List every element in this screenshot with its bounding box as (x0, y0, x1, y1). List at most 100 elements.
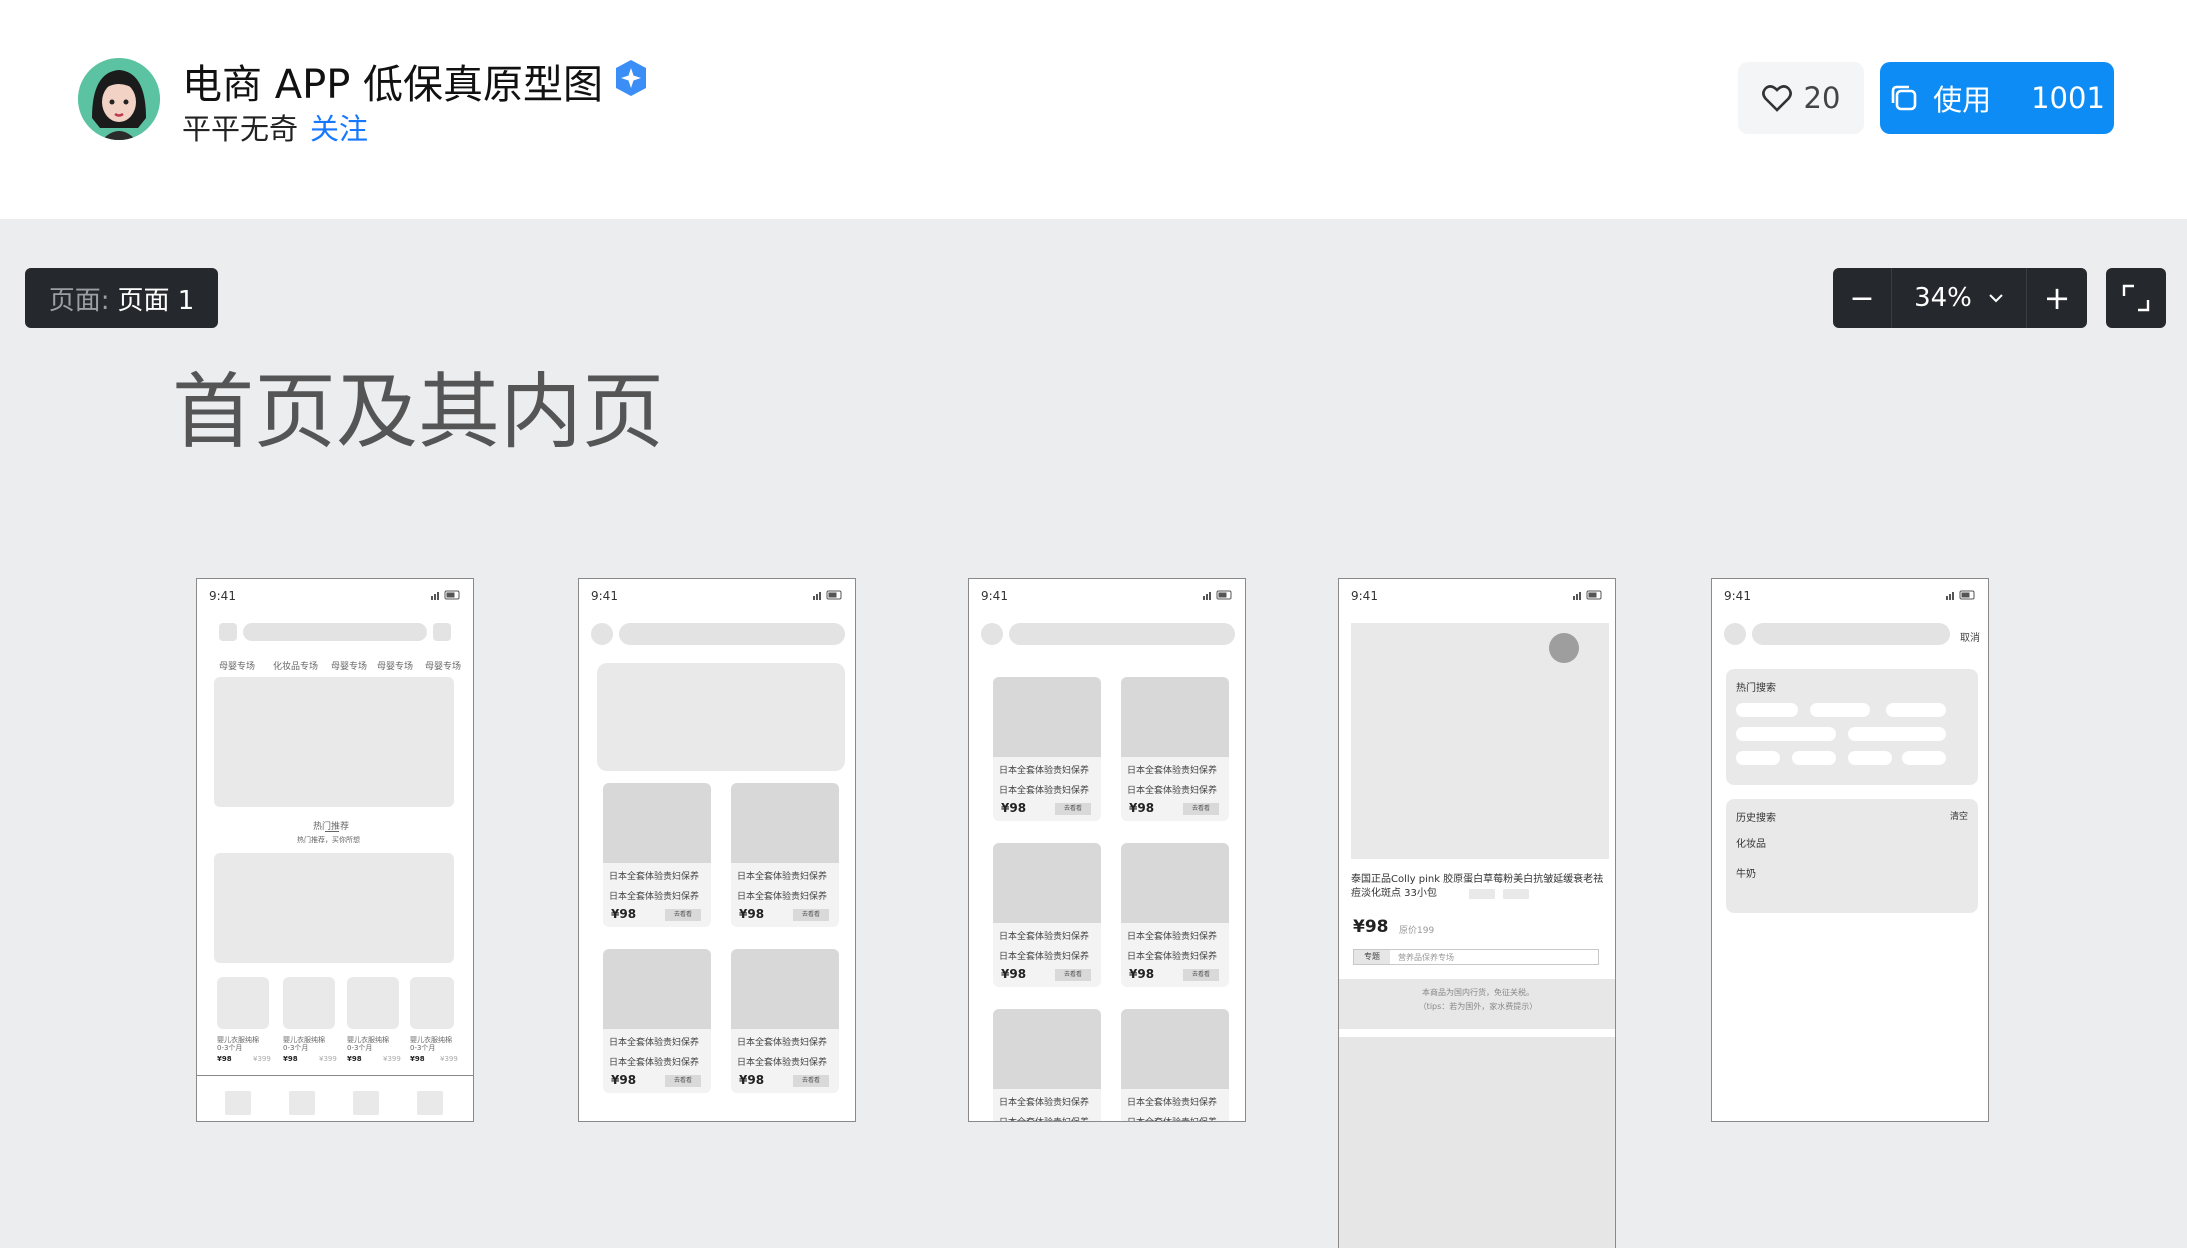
search-bar-placeholder[interactable] (619, 623, 845, 645)
banner-placeholder[interactable] (214, 677, 454, 807)
zoom-in-button[interactable]: + (2027, 268, 2087, 328)
product-title: 日本全套体验贵妇保养 (1127, 766, 1218, 776)
back-placeholder[interactable] (981, 623, 1003, 645)
product-title: 日本全套体验贵妇保养 (999, 952, 1090, 962)
hot-search-tag[interactable] (1736, 703, 1798, 717)
product-card[interactable]: 日本全套体验贵妇保养 日本全套体验贵妇保养 (993, 1009, 1101, 1121)
category-tab[interactable]: 母婴专场 (425, 659, 461, 672)
product-image (603, 949, 711, 1029)
phone-frame-search[interactable]: 9:41 取消 热门搜索 历史搜索 清空 化妆品 牛奶 (1711, 578, 1989, 1122)
like-count: 20 (1803, 81, 1841, 115)
product-old-price: ¥399 (319, 1055, 337, 1063)
zoom-out-button[interactable]: − (1833, 268, 1892, 328)
product-thumb[interactable] (217, 977, 269, 1029)
promo-tag: 专题 (1354, 950, 1390, 964)
product-card[interactable]: 日本全套体验贵妇保养 日本全套体验贵妇保养 ¥98 去看看 (731, 949, 839, 1093)
menu-placeholder (219, 623, 237, 641)
history-item[interactable]: 化妆品 (1736, 835, 1766, 850)
view-button[interactable]: 去看看 (1055, 969, 1091, 981)
product-title: 日本全套体验贵妇保养 (999, 1115, 1089, 1121)
tabbar-item[interactable] (417, 1091, 443, 1115)
product-price: ¥98 (1129, 967, 1155, 981)
product-thumb[interactable] (347, 977, 399, 1029)
product-tag-placeholder (1503, 889, 1529, 899)
section-subtitle: 热门推荐，买你所想 (297, 836, 360, 844)
hot-search-tag[interactable] (1810, 703, 1870, 717)
history-search-panel: 历史搜索 清空 化妆品 牛奶 (1726, 799, 1978, 913)
product-price: ¥98 (347, 1055, 362, 1063)
hot-search-tag[interactable] (1886, 703, 1946, 717)
product-card[interactable]: 日本全套体验贵妇保养 日本全套体验贵妇保养 ¥98 去看看 (1121, 843, 1229, 987)
follow-link[interactable]: 关注 (310, 106, 368, 148)
tabbar-item[interactable] (289, 1091, 315, 1115)
page-selector[interactable]: 页面: 页面 1 (25, 268, 218, 328)
view-button[interactable]: 去看看 (1183, 969, 1219, 981)
back-placeholder[interactable] (591, 623, 613, 645)
view-button[interactable]: 去看看 (665, 909, 701, 921)
product-thumb[interactable] (410, 977, 454, 1029)
product-card[interactable]: 日本全套体验贵妇保养 日本全套体验贵妇保养 ¥98 去看看 (603, 783, 711, 927)
search-bar-placeholder[interactable] (1009, 623, 1235, 645)
product-title: 日本全套体验贵妇保养 (737, 1038, 828, 1048)
view-button[interactable]: 去看看 (1183, 803, 1219, 815)
zoom-level-dropdown[interactable]: 34% (1892, 268, 2027, 328)
category-tab[interactable]: 母婴专场 (219, 659, 255, 672)
cancel-button[interactable]: 取消 (1960, 629, 1980, 644)
product-title: 日本全套体验贵妇保养 (737, 1058, 828, 1068)
use-template-button[interactable]: 使用 1001 (1880, 62, 2114, 134)
product-card[interactable]: 日本全套体验贵妇保养 日本全套体验贵妇保养 ¥98 去看看 (993, 843, 1101, 987)
product-image (731, 783, 839, 863)
product-old-price: ¥399 (383, 1055, 401, 1063)
author-avatar[interactable] (78, 58, 160, 140)
view-button[interactable]: 去看看 (793, 1075, 829, 1087)
tabbar-item[interactable] (225, 1091, 251, 1115)
product-card[interactable]: 日本全套体验贵妇保养 日本全套体验贵妇保养 ¥98 去看看 (603, 949, 711, 1093)
search-input-placeholder[interactable] (1752, 623, 1950, 645)
phone-frame-home[interactable]: 9:41 母婴专场 化妆品专场 母婴专场 母婴专场 母婴专场 热门推荐 热门推荐… (196, 578, 474, 1122)
product-card[interactable]: 日本全套体验贵妇保养 日本全套体验贵妇保养 ¥98 去看看 (731, 783, 839, 927)
zoom-level: 34% (1914, 283, 1972, 313)
view-button[interactable]: 去看看 (665, 1075, 701, 1087)
product-title: 日本全套体验贵妇保养 (609, 872, 700, 882)
feature-placeholder[interactable] (214, 853, 454, 963)
history-item[interactable]: 牛奶 (1736, 865, 1756, 880)
product-card[interactable]: 日本全套体验贵妇保养 日本全套体验贵妇保养 (1121, 1009, 1229, 1121)
fullscreen-button[interactable] (2106, 268, 2166, 328)
history-title: 历史搜索 (1736, 813, 1776, 824)
clear-history-button[interactable]: 清空 (1950, 809, 1968, 822)
view-button[interactable]: 去看看 (1055, 803, 1091, 815)
phone-frame-detail[interactable]: 9:41 泰国正品Colly pink 胶原蛋白草莓粉美白抗皱延缓衰老祛痘淡化斑… (1338, 578, 1616, 1248)
share-button-placeholder[interactable] (1549, 633, 1579, 663)
hot-search-tag[interactable] (1902, 751, 1946, 765)
hot-search-tag[interactable] (1736, 727, 1836, 741)
category-tab[interactable]: 母婴专场 (377, 659, 413, 672)
tabbar-item[interactable] (353, 1091, 379, 1115)
search-bar-placeholder[interactable] (243, 623, 427, 641)
hot-search-tag[interactable] (1792, 751, 1836, 765)
battery-icon (1203, 590, 1232, 600)
product-card[interactable]: 日本全套体验贵妇保养 日本全套体验贵妇保养 ¥98 去看看 (1121, 677, 1229, 821)
like-button[interactable]: 20 (1738, 62, 1864, 134)
phone-frame-grid[interactable]: 9:41 日本全套体验贵妇保养 日本全套体验贵妇保养 ¥98 去看看 日本全套体… (968, 578, 1246, 1122)
product-thumb[interactable] (283, 977, 335, 1029)
category-tab[interactable]: 母婴专场 (331, 659, 367, 672)
hot-search-tag[interactable] (1848, 727, 1946, 741)
hot-search-tag[interactable] (1736, 751, 1780, 765)
product-title: 日本全套体验贵妇保养 (999, 766, 1090, 776)
phone-frame-list-banner[interactable]: 9:41 日本全套体验贵妇保养 日本全套体验贵妇保养 ¥98 去看看 日本全套体… (578, 578, 856, 1122)
battery-icon (813, 590, 842, 600)
banner-placeholder[interactable] (597, 663, 845, 771)
promo-row[interactable]: 专题 营养品保养专场 (1353, 949, 1599, 965)
view-button[interactable]: 去看看 (793, 909, 829, 921)
author-name[interactable]: 平平无奇 (182, 106, 298, 148)
category-tab[interactable]: 化妆品专场 (273, 659, 318, 672)
product-image (731, 949, 839, 1029)
hot-search-tag[interactable] (1848, 751, 1892, 765)
product-image (603, 783, 711, 863)
notice-line: （tips：若为国外，家水费提示） (1418, 1002, 1538, 1011)
back-placeholder[interactable] (1724, 623, 1746, 645)
product-price: ¥98 (611, 907, 637, 921)
product-title: 日本全套体验贵妇保养 (609, 1058, 700, 1068)
product-card[interactable]: 日本全套体验贵妇保养 日本全套体验贵妇保养 ¥98 去看看 (993, 677, 1101, 821)
header: 电商 APP 低保真原型图 平平无奇 关注 20 使用 1001 (0, 0, 2187, 219)
